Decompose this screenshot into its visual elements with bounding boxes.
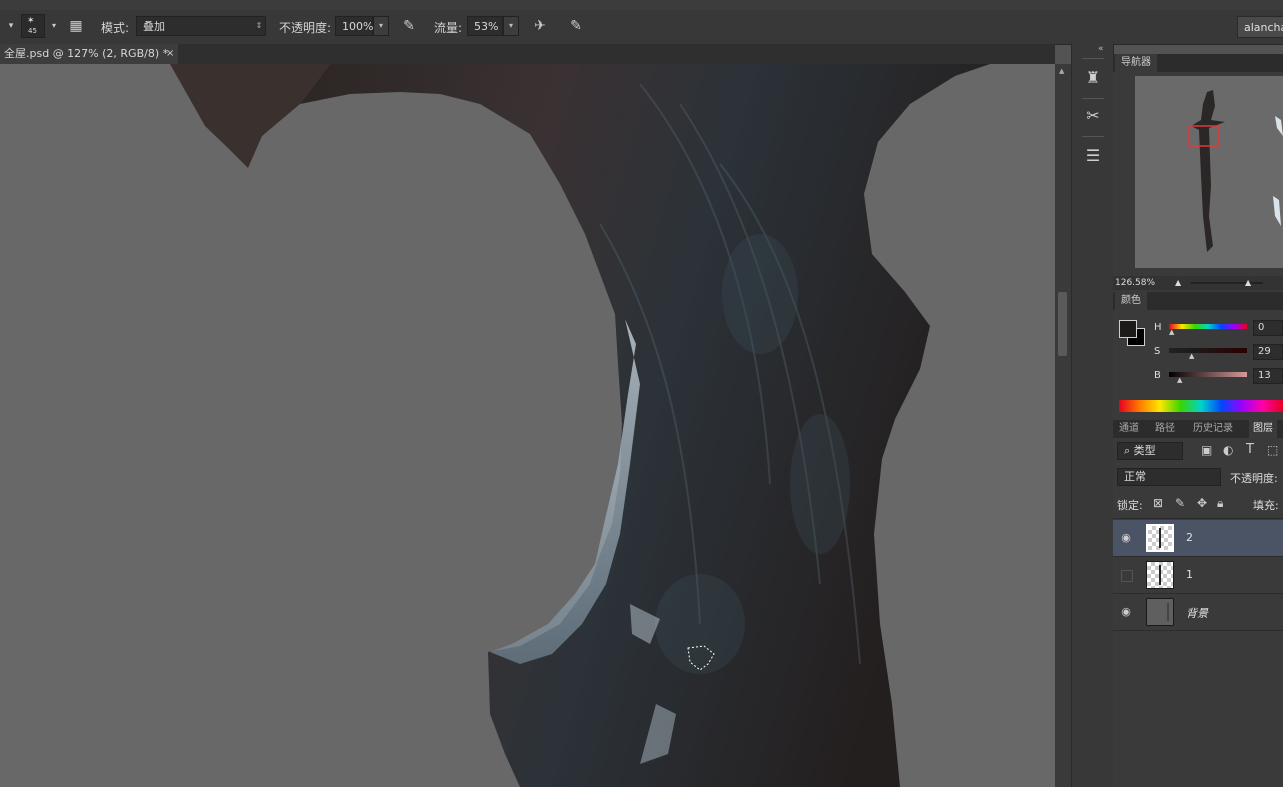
document-canvas[interactable] — [0, 64, 1055, 787]
tab-layers[interactable]: 图层 — [1249, 420, 1277, 438]
layer-row-background[interactable]: ◉ 背景 — [1113, 594, 1283, 631]
layer-name[interactable]: 背景 — [1186, 605, 1208, 621]
saturation-slider[interactable] — [1169, 348, 1247, 353]
navigator-tab[interactable]: 导航器 — [1115, 54, 1157, 72]
strip-divider — [1082, 98, 1104, 99]
brightness-input[interactable]: 13 — [1253, 368, 1283, 384]
tab-channels[interactable]: 通道 — [1119, 420, 1139, 438]
user-account-button[interactable]: alanchan — [1237, 16, 1283, 38]
pressure-size-icon[interactable]: ✎ — [567, 17, 585, 35]
brush-panel-toggle-icon[interactable]: ▦ — [67, 17, 85, 35]
collapse-panels-icon[interactable]: « — [1098, 44, 1104, 54]
layer-thumbnail — [1146, 561, 1174, 589]
filter-type-icon[interactable]: T — [1246, 442, 1254, 457]
lock-position-icon[interactable]: ✥ — [1197, 496, 1207, 510]
mode-label: 模式: — [101, 21, 130, 35]
tab-history[interactable]: 历史记录 — [1193, 420, 1233, 438]
clone-source-icon[interactable]: ♜ — [1081, 66, 1105, 90]
saturation-slider-handle[interactable]: ▲ — [1189, 352, 1194, 360]
color-spectrum-ramp[interactable] — [1119, 400, 1283, 412]
lock-image-icon[interactable]: ✎ — [1175, 496, 1185, 510]
layer-opacity-label: 不透明度: — [1230, 472, 1278, 485]
scroll-up-arrow-icon[interactable]: ▲ — [1059, 67, 1064, 75]
right-panel-dock: 导航器 126.58% ▲ ▲ 颜色 H ▲ 0 S ▲ 29 B ▲ 13 通… — [1113, 54, 1283, 787]
canvas-vertical-scrollbar[interactable]: ▲ — [1055, 64, 1071, 787]
brush-tip-icon: ✶ — [27, 16, 35, 26]
collapsed-panel-strip: « ♜ ✂ ☰ — [1071, 44, 1114, 787]
flow-input[interactable]: 53% — [467, 16, 503, 36]
filter-search-icon: ⌕ — [1124, 444, 1134, 457]
brightness-label: B — [1154, 370, 1161, 381]
strip-divider — [1082, 136, 1104, 137]
hue-input[interactable]: 0 — [1253, 320, 1283, 336]
color-tab[interactable]: 颜色 — [1115, 292, 1147, 310]
navigator-preview-image — [1188, 90, 1283, 252]
layer-visibility-off-box[interactable] — [1121, 570, 1133, 582]
navigator-zoom-value: 126.58% — [1115, 278, 1156, 288]
layer-name[interactable]: 1 — [1186, 568, 1193, 581]
layer-visibility-eye-icon[interactable]: ◉ — [1119, 531, 1133, 545]
hue-slider-handle[interactable]: ▲ — [1169, 328, 1174, 336]
canvas-artwork — [170, 64, 990, 787]
layer-thumbnail — [1146, 524, 1174, 552]
close-tab-icon[interactable]: × — [166, 44, 174, 64]
blend-mode-select[interactable]: 正常 — [1117, 468, 1221, 486]
filter-shape-icon[interactable]: ⬚ — [1267, 443, 1278, 457]
layer-name[interactable]: 2 — [1186, 531, 1193, 544]
document-tab-title: 全屋.psd @ 127% (2, RGB/8) * — [4, 47, 169, 60]
document-tab[interactable]: 全屋.psd @ 127% (2, RGB/8) * — [0, 44, 178, 64]
filter-adjustment-icon[interactable]: ◐ — [1223, 443, 1233, 457]
lock-label: 锁定: — [1117, 499, 1143, 512]
brush-size-value: 45 — [28, 27, 37, 35]
flow-dropdown-arrow-icon[interactable]: ▾ — [503, 16, 519, 36]
layer-thumbnail — [1146, 598, 1174, 626]
hue-slider[interactable] — [1169, 324, 1247, 329]
fill-label: 填充: — [1253, 499, 1279, 512]
layer-filter-select[interactable]: ⌕ 类型 — [1117, 442, 1183, 460]
hue-label: H — [1154, 322, 1162, 333]
zoom-slider-handle[interactable]: ▲ — [1245, 276, 1251, 290]
navigator-preview[interactable] — [1135, 76, 1283, 268]
filter-pixel-icon[interactable]: ▣ — [1201, 443, 1212, 457]
layers-list-divider — [1113, 518, 1283, 519]
tool-presets-icon[interactable]: ✂ — [1081, 104, 1105, 128]
sword-blade-shape — [300, 64, 990, 787]
tab-paths[interactable]: 路径 — [1155, 420, 1175, 438]
flow-label: 流量: — [434, 21, 463, 35]
strip-divider — [1082, 58, 1104, 59]
color-panel-header: 颜色 — [1113, 292, 1283, 310]
lock-transparent-icon[interactable]: ⊠ — [1153, 496, 1163, 510]
scrollbar-thumb[interactable] — [1058, 292, 1067, 356]
saturation-input[interactable]: 29 — [1253, 344, 1283, 360]
zoom-out-icon[interactable]: ▲ — [1175, 276, 1181, 290]
artwork-top-fragment — [170, 64, 330, 168]
foreground-color-swatch[interactable] — [1119, 320, 1137, 338]
tool-preset-arrow-icon[interactable]: ▾ — [2, 17, 20, 35]
mode-select[interactable]: 叠加 — [136, 16, 266, 36]
layer-filter-value: 类型 — [1133, 444, 1156, 457]
opacity-dropdown-arrow-icon[interactable]: ▾ — [373, 16, 389, 36]
pressure-opacity-icon[interactable]: ✎ — [400, 17, 418, 35]
mode-select-arrow-icon: ⇕ — [255, 21, 263, 30]
layer-row-1[interactable]: 1 — [1113, 557, 1283, 594]
saturation-label: S — [1154, 346, 1161, 357]
adjustments-icon[interactable]: ☰ — [1081, 144, 1105, 168]
brush-preset-picker[interactable]: ✶ 45 — [21, 14, 45, 38]
layer-row-2[interactable]: ◉ 2 — [1113, 520, 1283, 557]
navigator-panel-header: 导航器 — [1113, 54, 1283, 72]
opacity-label: 不透明度: — [279, 21, 332, 35]
navigator-zoom-bar: 126.58% ▲ ▲ — [1113, 276, 1283, 290]
lock-all-icon[interactable]: 🔒︎ — [1217, 496, 1223, 511]
zoom-slider[interactable] — [1191, 282, 1263, 284]
brush-preset-arrow-icon[interactable]: ▾ — [45, 17, 63, 35]
layer-visibility-eye-icon[interactable]: ◉ — [1119, 605, 1133, 619]
layers-panel-header: 通道 路径 历史记录 图层 — [1113, 420, 1283, 438]
airbrush-icon[interactable]: ✈ — [531, 17, 549, 35]
options-bar: ▾ ✶ 45 ▾ ▦ 模式: 叠加 ⇕ 不透明度: 100% ▾ ✎ 流量: 5… — [0, 10, 1283, 45]
brightness-slider-handle[interactable]: ▲ — [1177, 376, 1182, 384]
opacity-input[interactable]: 100% — [335, 16, 373, 36]
document-tab-bar: 全屋.psd @ 127% (2, RGB/8) * × — [0, 44, 1055, 64]
